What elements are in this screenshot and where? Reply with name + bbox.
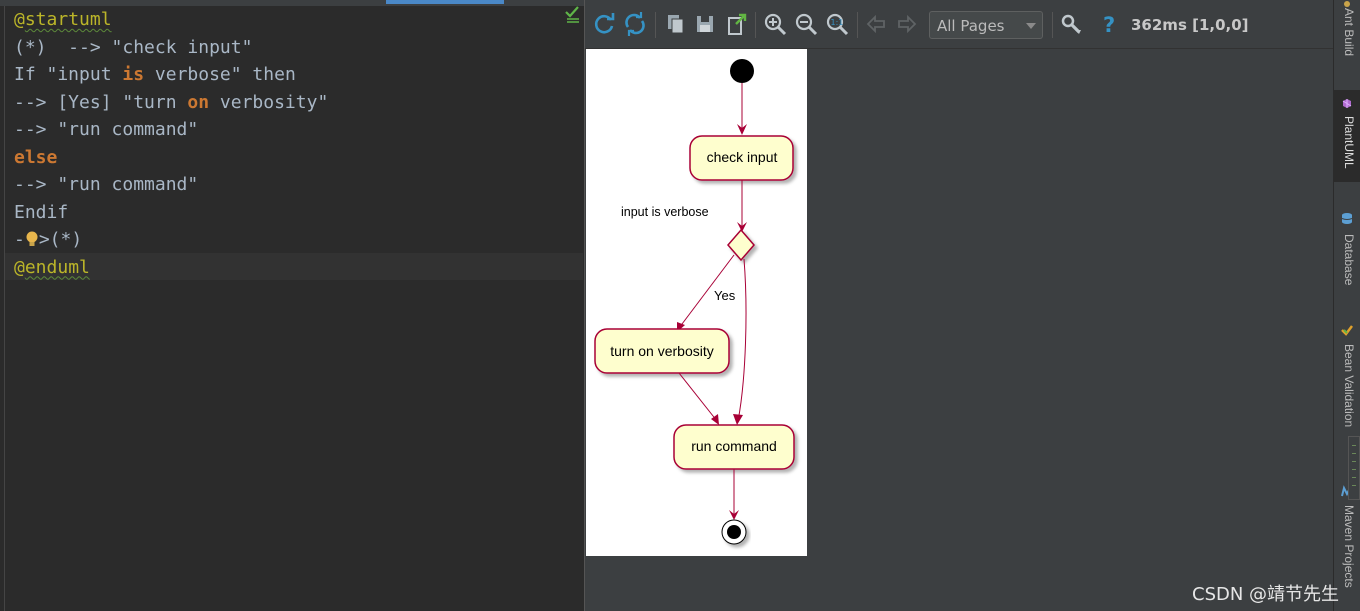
activity-run-command-label: run command	[691, 438, 777, 454]
bean-validation-icon	[1341, 325, 1353, 336]
active-tab-indicator	[386, 0, 504, 4]
code-token: If "input	[14, 64, 123, 85]
code-token: startuml	[24, 9, 112, 30]
code-text[interactable]: @startuml (*) --> "check input" If "input …	[14, 6, 328, 281]
refresh-icon[interactable]	[593, 12, 617, 36]
code-token: Endif	[14, 201, 69, 223]
end-node	[727, 525, 741, 539]
code-token: else	[14, 146, 58, 168]
code-editor[interactable]: @startuml (*) --> "check input" If "input …	[0, 0, 584, 611]
diagram-image: check input input is verbose Yes turn on…	[586, 49, 807, 556]
next-page-icon[interactable]	[895, 12, 919, 36]
code-token: --> "run command"	[14, 174, 199, 195]
copy-icon[interactable]	[664, 12, 688, 36]
code-line[interactable]: --> [Yes] "turn on verbosity"	[14, 89, 328, 117]
code-line[interactable]: @startuml	[14, 6, 328, 34]
zoom-in-icon[interactable]	[763, 12, 787, 36]
render-time-label: 362ms [1,0,0]	[1131, 16, 1249, 34]
svg-text:1:1: 1:1	[831, 18, 844, 27]
code-token: enduml	[24, 256, 90, 278]
code-token: verbosity"	[209, 91, 329, 113]
code-line[interactable]: @enduml	[14, 254, 328, 282]
actual-size-icon[interactable]: 1:1	[825, 12, 849, 36]
settings-wrench-icon[interactable]	[1059, 12, 1083, 36]
arrow-verbosity-run	[678, 372, 718, 422]
code-token: -	[14, 229, 25, 250]
code-line[interactable]: else	[14, 144, 328, 172]
tool-tab-label: Database	[1342, 234, 1356, 286]
tool-tab-database[interactable]: Database	[1334, 205, 1360, 297]
previous-page-icon[interactable]	[864, 12, 888, 36]
tool-tab-label: Bean Validation	[1342, 344, 1356, 428]
intention-bulb-icon[interactable]	[25, 229, 39, 247]
preview-toolbar: 1:1 All Pages ? 362ms [1,0,0]	[585, 0, 1334, 49]
code-token: on	[187, 91, 210, 113]
toolbar-separator	[755, 12, 756, 38]
inspection-ok-icon[interactable]	[564, 5, 582, 25]
code-token: @	[14, 256, 25, 278]
tool-tab-label: PlantUML	[1342, 116, 1356, 169]
database-icon	[1341, 213, 1353, 224]
code-token: @	[14, 9, 25, 30]
code-token: >(*)	[38, 229, 83, 250]
code-token: --> [Yes] "turn	[14, 91, 188, 113]
plantuml-preview-panel: 1:1 All Pages ? 362ms [1,0,0] check inpu…	[584, 0, 1334, 611]
code-token: --> "run command"	[14, 119, 199, 140]
code-line[interactable]: If "input is verbose" then	[14, 61, 328, 89]
scrollbar-overview-marker[interactable]	[1348, 436, 1360, 500]
code-token: (*) --> "check input"	[14, 36, 253, 58]
plantuml-icon	[1342, 99, 1352, 108]
tool-tab-plantuml[interactable]: PlantUML	[1334, 90, 1360, 182]
code-token: is	[122, 64, 145, 85]
code-line[interactable]: - >(*)	[14, 226, 328, 254]
tool-tab-label: Ant Build	[1342, 8, 1356, 57]
reload-icon[interactable]	[623, 12, 647, 36]
page-select-dropdown[interactable]: All Pages	[929, 11, 1043, 39]
tool-tab-bean-validation[interactable]: Bean Validation	[1334, 318, 1360, 446]
start-node	[730, 59, 754, 83]
help-icon[interactable]: ?	[1097, 12, 1121, 36]
watermark-text: CSDN @靖节先生	[1192, 584, 1340, 605]
svg-text:?: ?	[1103, 13, 1115, 36]
tool-tab-label: Maven Projects	[1342, 505, 1356, 588]
zoom-out-icon[interactable]	[794, 12, 818, 36]
tool-window-strip: Ant Build PlantUML Database Bean Validat…	[1333, 0, 1360, 611]
save-icon[interactable]	[693, 12, 717, 36]
activity-turn-on-label: turn on verbosity	[610, 343, 714, 359]
arrow-else-branch	[737, 258, 747, 422]
decision-label: input is verbose	[621, 205, 709, 219]
decision-diamond	[727, 228, 755, 262]
chevron-down-icon	[1026, 23, 1036, 29]
code-token: verbose" then	[144, 64, 296, 85]
code-line[interactable]: Endif	[14, 199, 328, 227]
page-select-value: All Pages	[937, 17, 1005, 35]
arrowhead	[733, 414, 743, 425]
code-line[interactable]: --> "run command"	[14, 171, 328, 199]
tool-tab-ant-build[interactable]: Ant Build	[1334, 0, 1360, 70]
editor-gutter	[4, 6, 5, 611]
code-line[interactable]: --> "run command"	[14, 116, 328, 144]
export-icon[interactable]	[724, 12, 748, 36]
toolbar-separator	[1052, 12, 1053, 38]
code-line[interactable]: (*) --> "check input"	[14, 34, 328, 62]
toolbar-separator	[857, 12, 858, 38]
activity-check-input-label: check input	[707, 149, 778, 165]
yes-branch-label: Yes	[714, 288, 736, 303]
toolbar-separator	[655, 12, 656, 38]
